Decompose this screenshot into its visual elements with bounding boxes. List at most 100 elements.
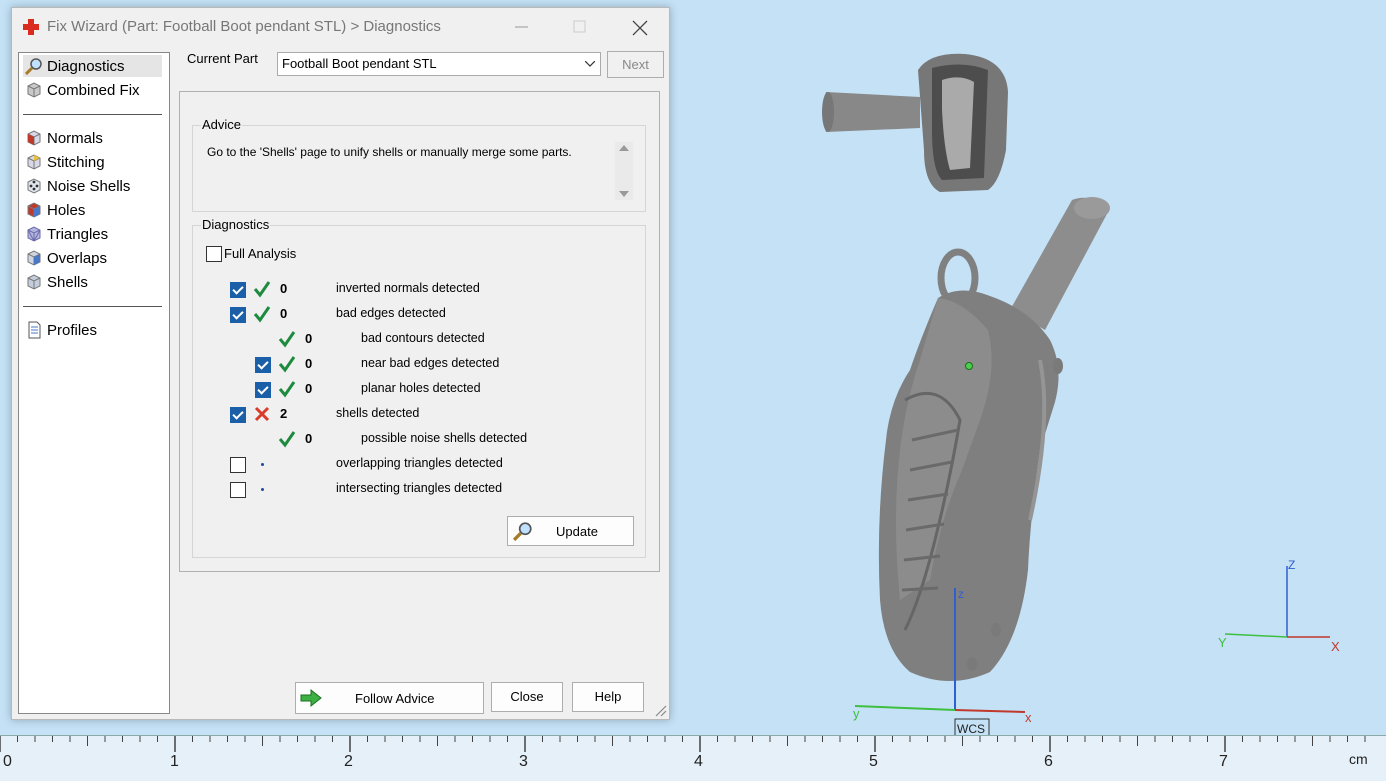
ruler-label-0: 0 bbox=[3, 753, 12, 770]
cube-icon bbox=[27, 130, 41, 146]
mini-axis-x-label: X bbox=[1331, 639, 1340, 654]
follow-advice-button[interactable]: Follow Advice bbox=[295, 682, 484, 714]
nav-item-label: Overlaps bbox=[47, 249, 108, 267]
ruler: 0 1 2 3 4 5 6 7 cm bbox=[0, 735, 1386, 781]
advice-group: Advice Go to the 'Shells' page to unify … bbox=[192, 117, 646, 212]
cube-icon bbox=[27, 82, 41, 98]
mini-axis-z-label: Z bbox=[1288, 558, 1295, 572]
ruler-label-7: 7 bbox=[1219, 753, 1228, 770]
nav-item-holes[interactable]: Holes bbox=[23, 199, 162, 221]
wizard-page-list: Diagnostics Combined Fix Normals Stitchi… bbox=[18, 52, 170, 714]
help-button[interactable]: Help bbox=[572, 682, 644, 712]
next-button[interactable]: Next bbox=[607, 51, 664, 78]
document-icon bbox=[28, 321, 41, 339]
cube-icon bbox=[27, 202, 41, 218]
diagnostic-count: 0 bbox=[305, 356, 313, 371]
diagnostic-checkbox[interactable] bbox=[230, 307, 246, 323]
dice-icon bbox=[27, 178, 41, 194]
scroll-arrows-icon bbox=[619, 145, 629, 197]
nav-item-overlaps[interactable]: Overlaps bbox=[23, 247, 162, 269]
checkmark-icon bbox=[278, 331, 296, 348]
diagnostic-count: 0 bbox=[305, 331, 313, 346]
diagnostic-label: bad contours detected bbox=[361, 331, 485, 345]
boot-part[interactable] bbox=[878, 197, 1110, 681]
nav-item-label: Profiles bbox=[47, 321, 98, 339]
red-cross-icon bbox=[23, 19, 39, 35]
checkmark-icon bbox=[278, 381, 296, 398]
nav-item-label: Normals bbox=[47, 129, 103, 147]
diagnostic-checkbox[interactable] bbox=[230, 282, 246, 298]
ruler-unit: cm bbox=[1349, 751, 1368, 767]
ruler-label-1: 1 bbox=[170, 753, 179, 770]
ruler-label-2: 2 bbox=[344, 753, 353, 770]
green-arrow-icon bbox=[300, 688, 322, 708]
nav-item-noise-shells[interactable]: Noise Shells bbox=[23, 175, 162, 197]
nav-item-combined-fix[interactable]: Combined Fix bbox=[23, 79, 162, 101]
ruler-label-4: 4 bbox=[694, 753, 703, 770]
advice-title: Advice bbox=[201, 117, 243, 132]
diagnostic-label: bad edges detected bbox=[336, 306, 446, 320]
current-part-value: Football Boot pendant STL bbox=[282, 56, 437, 71]
diagnostic-checkbox[interactable] bbox=[230, 407, 246, 423]
update-button[interactable]: Update bbox=[507, 516, 634, 546]
nav-divider bbox=[23, 114, 162, 115]
diagnostic-label: planar holes detected bbox=[361, 381, 481, 395]
title-bar[interactable]: Fix Wizard (Part: Football Boot pendant … bbox=[12, 8, 669, 46]
checkmark-icon bbox=[253, 281, 271, 298]
chevron-down-icon bbox=[585, 61, 595, 67]
nav-item-label: Triangles bbox=[47, 225, 109, 243]
diagnostics-panel: Advice Go to the 'Shells' page to unify … bbox=[179, 91, 660, 572]
diagnostic-checkbox[interactable] bbox=[230, 457, 246, 473]
close-icon bbox=[632, 20, 648, 36]
full-analysis-checkbox[interactable] bbox=[206, 246, 222, 262]
diagnostic-checkbox[interactable] bbox=[255, 357, 271, 373]
diagnostic-count: 2 bbox=[280, 406, 288, 421]
full-analysis-label: Full Analysis bbox=[224, 246, 297, 261]
diagnostic-count: 0 bbox=[280, 281, 288, 296]
update-label: Update bbox=[556, 524, 598, 539]
nav-item-diagnostics[interactable]: Diagnostics bbox=[23, 55, 162, 77]
wcs-label: WCS bbox=[957, 722, 985, 735]
diagnostic-count: 0 bbox=[305, 381, 313, 396]
red-x-icon bbox=[254, 406, 270, 422]
pending-dot-icon bbox=[261, 463, 264, 466]
nav-item-label: Noise Shells bbox=[47, 177, 131, 195]
checkmark-icon bbox=[253, 306, 271, 323]
nav-item-stitching[interactable]: Stitching bbox=[23, 151, 162, 173]
follow-advice-label: Follow Advice bbox=[355, 691, 435, 706]
advice-text: Go to the 'Shells' page to unify shells … bbox=[207, 145, 572, 159]
close-button[interactable]: Close bbox=[491, 682, 563, 712]
close-window-button[interactable] bbox=[616, 12, 662, 42]
advice-scrollbar[interactable] bbox=[615, 142, 633, 200]
minimize-icon bbox=[515, 26, 528, 28]
diagnostic-checkbox[interactable] bbox=[230, 482, 246, 498]
nav-item-label: Stitching bbox=[47, 153, 105, 171]
cube-icon bbox=[27, 154, 41, 170]
magnifier-icon bbox=[25, 58, 42, 75]
cube-icon bbox=[27, 250, 41, 266]
loop-part[interactable] bbox=[822, 53, 1008, 192]
nav-item-label: Diagnostics bbox=[47, 57, 125, 75]
diagnostic-label: intersecting triangles detected bbox=[336, 481, 503, 495]
nav-item-shells[interactable]: Shells bbox=[23, 271, 162, 293]
cube-icon bbox=[27, 226, 41, 242]
magnifier-icon bbox=[513, 522, 532, 541]
minimize-button[interactable] bbox=[499, 12, 545, 42]
current-part-select[interactable]: Football Boot pendant STL bbox=[277, 52, 601, 76]
axis-x-label: x bbox=[1025, 710, 1032, 725]
diagnostic-checkbox[interactable] bbox=[255, 382, 271, 398]
diagnostics-group: Diagnostics Full Analysis 0 inverted norm… bbox=[192, 217, 646, 558]
window-title: Fix Wizard (Part: Football Boot pendant … bbox=[47, 18, 441, 35]
nav-item-normals[interactable]: Normals bbox=[23, 127, 162, 149]
nav-divider bbox=[23, 306, 162, 307]
nav-item-profiles[interactable]: Profiles bbox=[23, 319, 162, 341]
nav-item-triangles[interactable]: Triangles bbox=[23, 223, 162, 245]
diagnostic-count: 0 bbox=[305, 431, 313, 446]
axis-y-label: y bbox=[853, 706, 860, 721]
resize-grip-icon[interactable] bbox=[653, 703, 667, 717]
checkmark-icon bbox=[278, 431, 296, 448]
orientation-triad: Z X Y bbox=[1218, 558, 1340, 654]
diagnostic-label: shells detected bbox=[336, 406, 420, 420]
mini-axis-y-label: Y bbox=[1218, 635, 1227, 650]
maximize-button[interactable] bbox=[557, 12, 603, 42]
